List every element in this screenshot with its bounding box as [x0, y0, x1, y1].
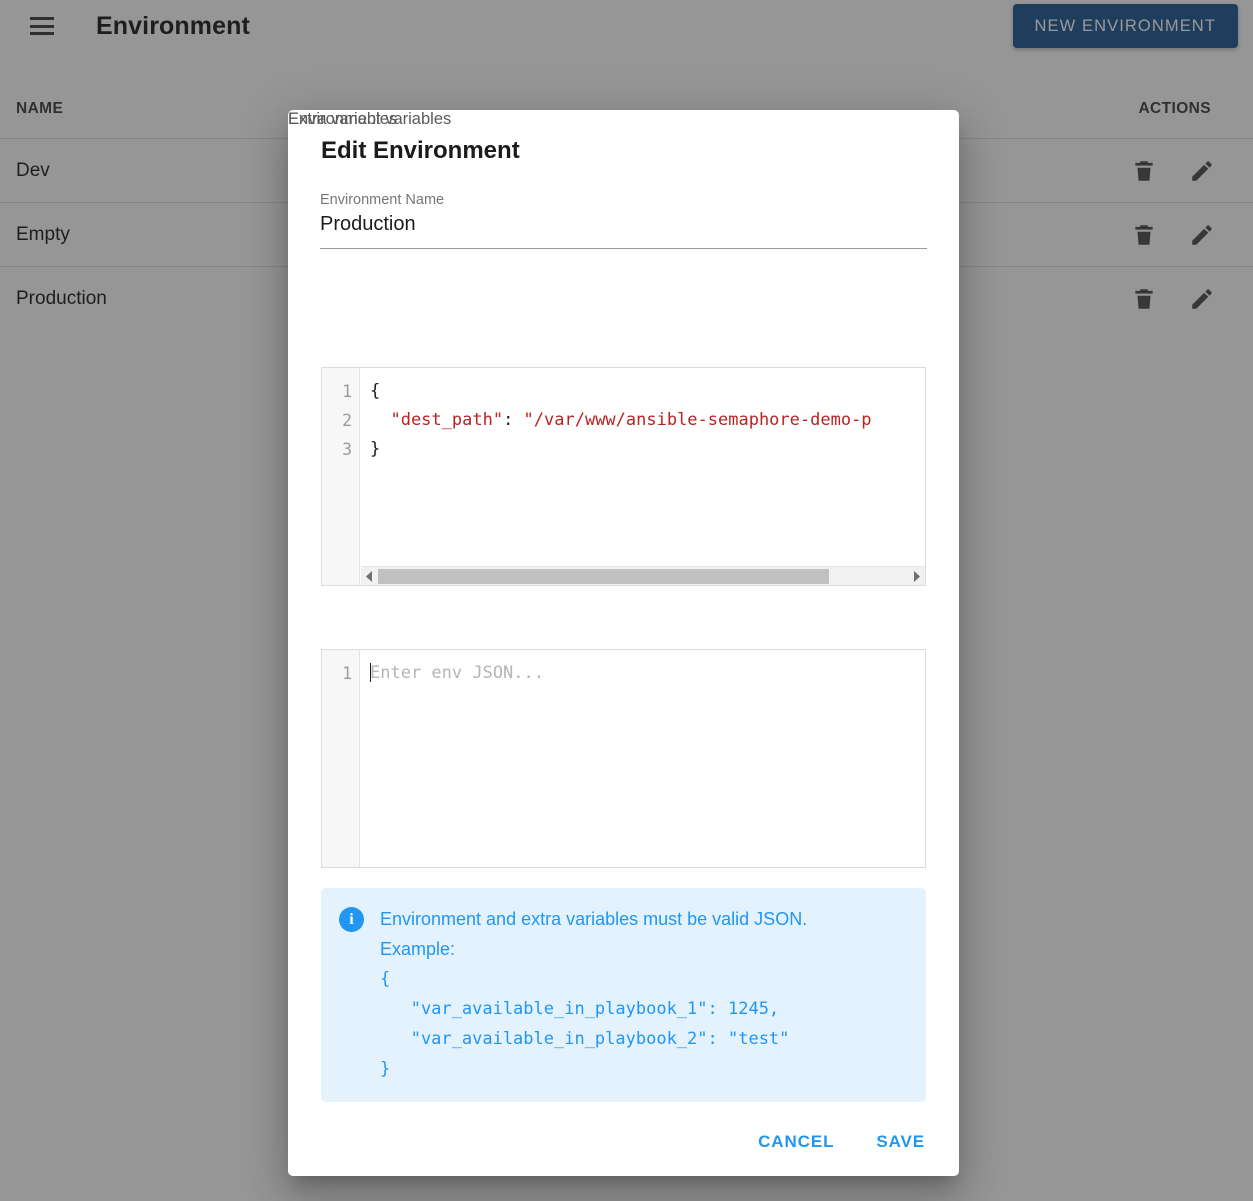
save-button[interactable]: SAVE: [866, 1122, 935, 1162]
scroll-left-arrow-icon[interactable]: [361, 567, 378, 586]
info-alert-body: Environment and extra variables must be …: [380, 904, 908, 1084]
cancel-button[interactable]: CANCEL: [748, 1122, 844, 1162]
scroll-right-arrow-icon[interactable]: [908, 567, 925, 586]
info-code-line-4: }: [380, 1054, 908, 1084]
extra-variables-gutter: 1 2 3: [322, 368, 360, 585]
environment-variables-code[interactable]: Enter env JSON...: [361, 650, 925, 867]
code-line: "dest_path": "/var/www/ansible-semaphore…: [361, 406, 925, 435]
info-text-line-1: Environment and extra variables must be …: [380, 904, 908, 934]
info-icon: i: [339, 907, 364, 932]
info-code-line-3: "var_available_in_playbook_2": "test": [380, 1024, 908, 1054]
environment-variables-label: Environment variables: [288, 110, 451, 129]
line-number: 1: [322, 659, 359, 688]
code-token-key: "dest_path": [370, 410, 503, 430]
scrollbar-thumb[interactable]: [378, 569, 829, 584]
environment-variables-placeholder: Enter env JSON...: [370, 663, 544, 683]
code-token-colon: :: [503, 410, 523, 430]
code-line: }: [361, 435, 925, 464]
code-line: Enter env JSON...: [361, 659, 925, 688]
line-number: 3: [322, 435, 359, 464]
code-token-value: "/var/www/ansible-semaphore-demo-p: [524, 410, 872, 430]
info-text-line-2: Example:: [380, 934, 908, 964]
info-alert: i Environment and extra variables must b…: [321, 888, 926, 1102]
line-number: 1: [322, 377, 359, 406]
environment-variables-editor[interactable]: 1 Enter env JSON...: [321, 649, 926, 868]
code-token: {: [370, 381, 380, 401]
environment-name-field: Environment Name Production: [320, 192, 927, 249]
info-code-line-1: {: [380, 964, 908, 994]
line-number: 2: [322, 406, 359, 435]
info-code-line-2: "var_available_in_playbook_1": 1245,: [380, 994, 908, 1024]
dialog-actions: CANCEL SAVE: [748, 1122, 935, 1162]
environment-name-label: Environment Name: [320, 192, 927, 208]
horizontal-scrollbar[interactable]: [361, 566, 925, 585]
extra-variables-editor[interactable]: 1 2 3 { "dest_path": "/var/www/ansible-s…: [321, 367, 926, 586]
code-token: }: [370, 439, 380, 459]
environment-variables-gutter: 1: [322, 650, 360, 867]
edit-environment-dialog: Edit Environment Environment Name Produc…: [288, 110, 959, 1176]
dialog-title: Edit Environment: [321, 137, 520, 165]
environment-name-input[interactable]: Production: [320, 213, 927, 249]
extra-variables-code[interactable]: { "dest_path": "/var/www/ansible-semapho…: [361, 368, 925, 585]
scrollbar-track[interactable]: [378, 567, 908, 586]
code-line: {: [361, 377, 925, 406]
